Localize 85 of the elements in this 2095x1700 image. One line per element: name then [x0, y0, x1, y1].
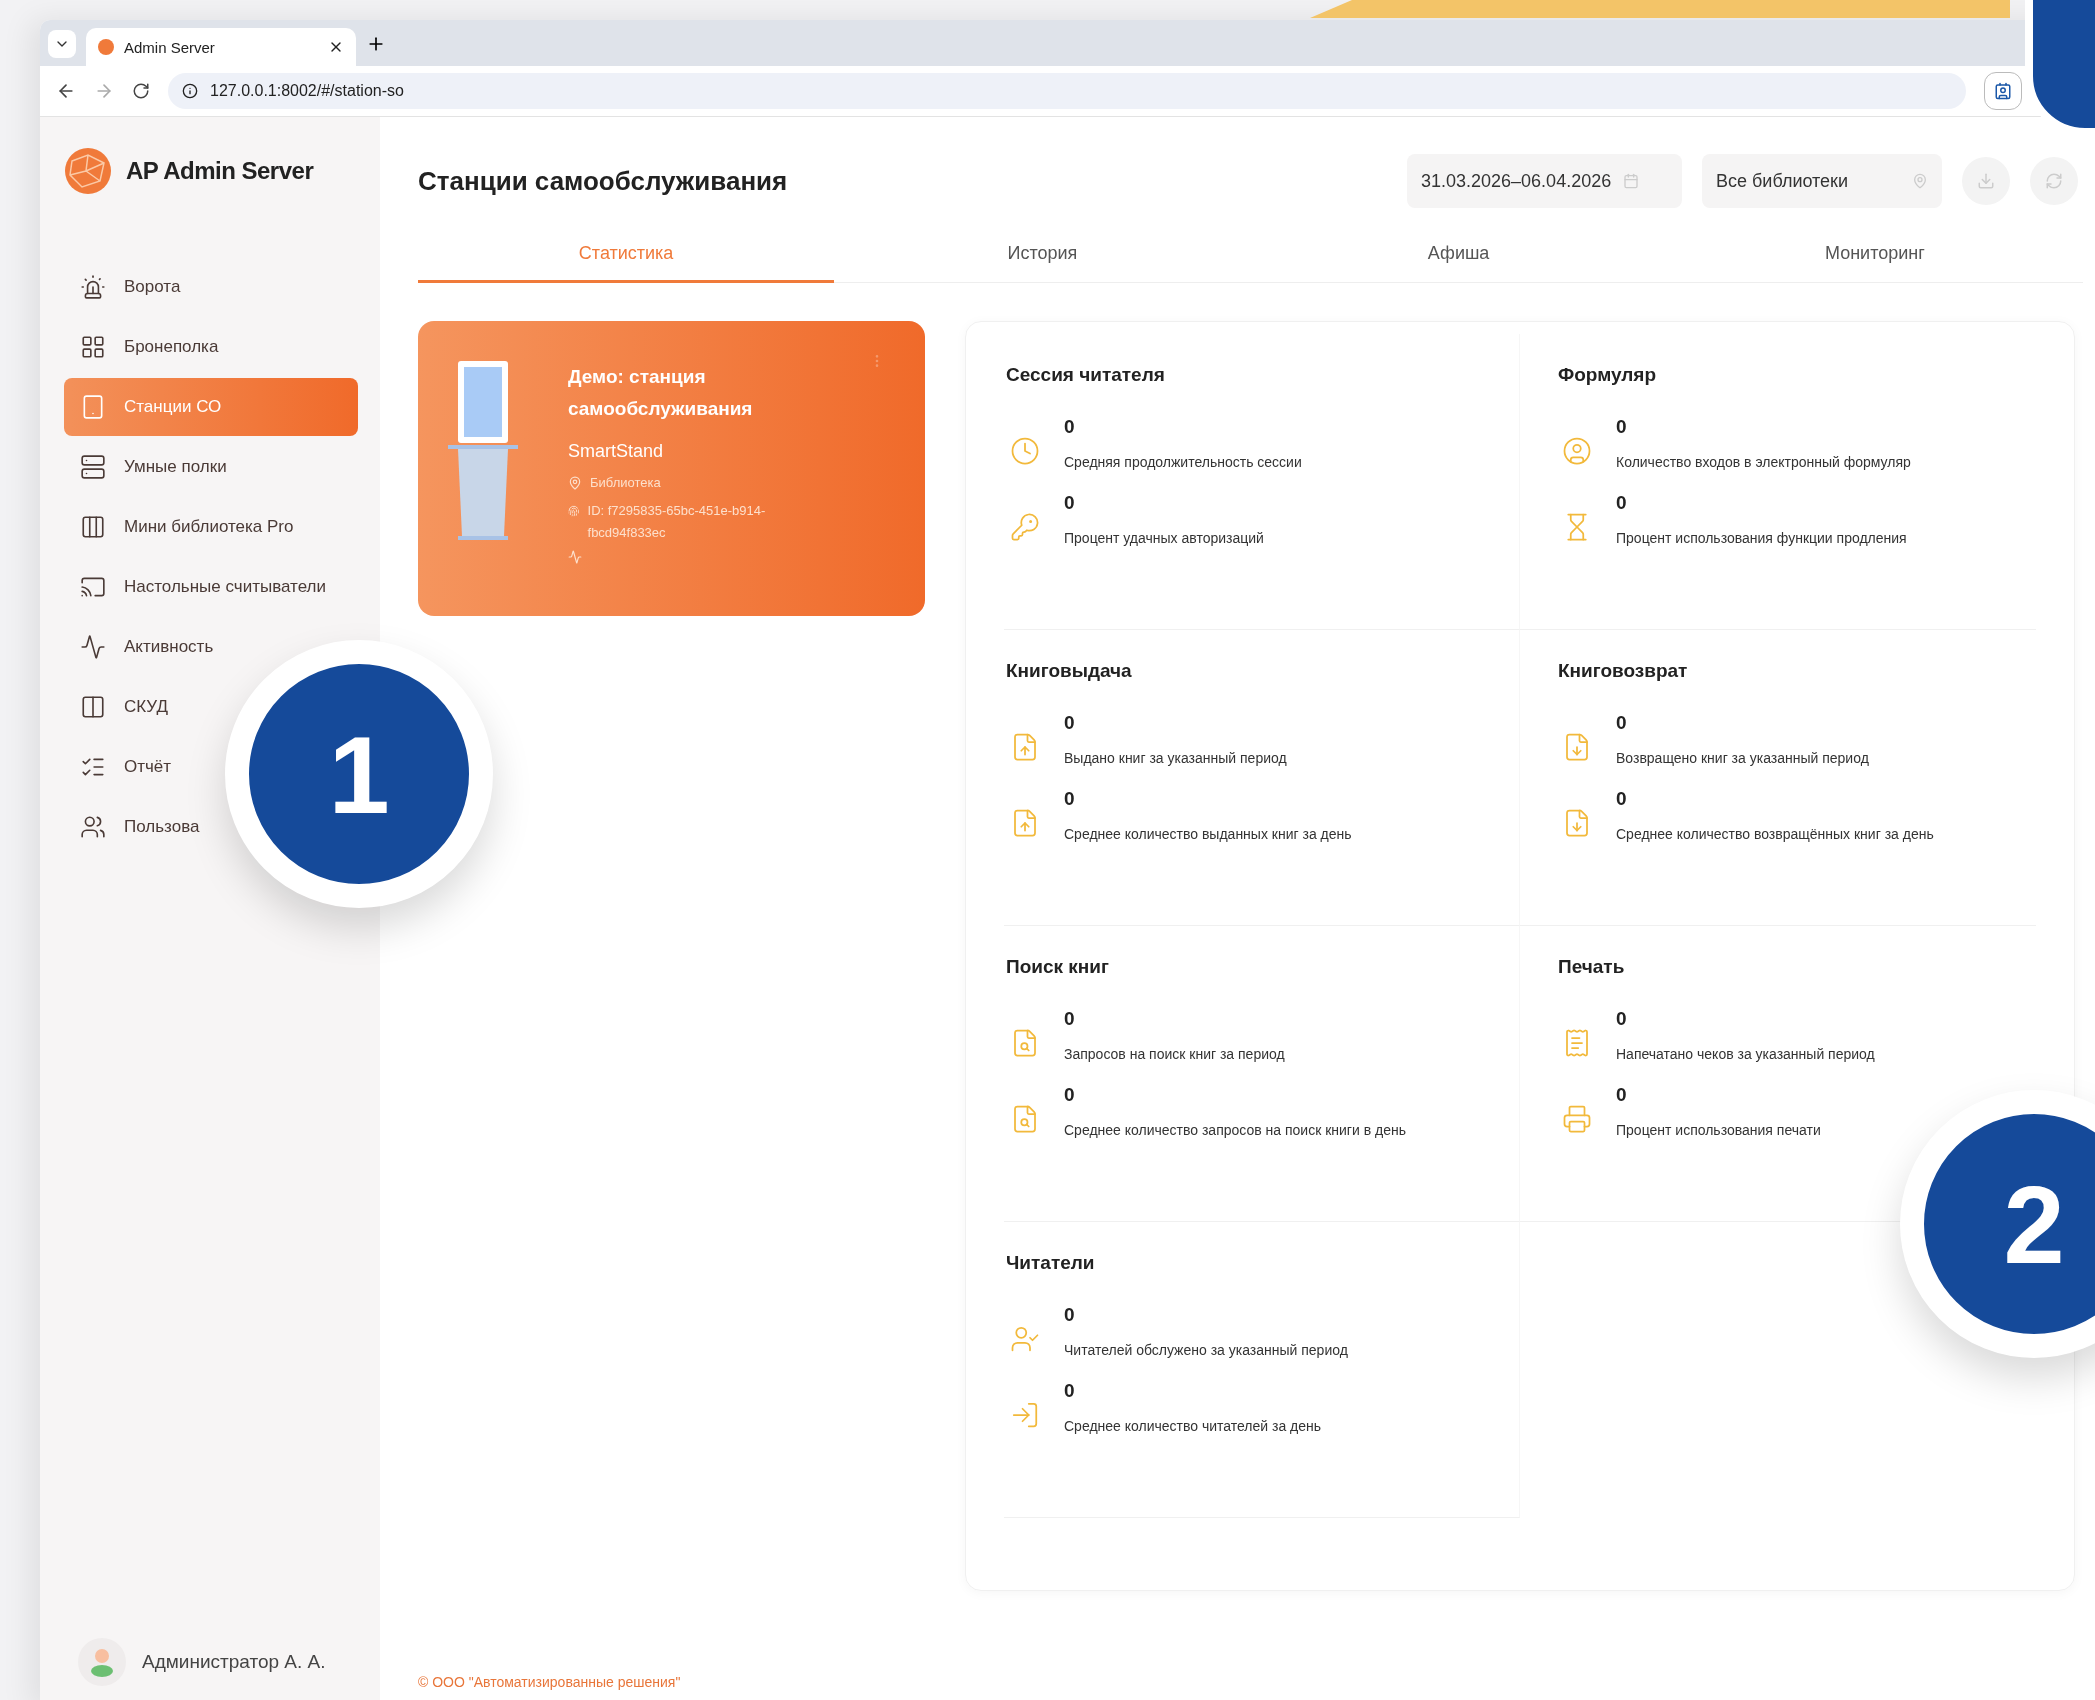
metric-value: 0	[1064, 1304, 1076, 1326]
address-field[interactable]: 127.0.0.1:8002/#/station-so	[168, 73, 1966, 109]
fingerprint-icon	[568, 504, 580, 518]
reload-icon[interactable]	[132, 82, 150, 100]
metric-label: Читателей обслужено за указанный период	[1064, 1342, 1348, 1358]
metric-value: 0	[1616, 712, 1628, 734]
section-title: Поиск книг	[1006, 956, 1110, 978]
nav-item[interactable]: СКУД	[64, 678, 168, 736]
profile-button[interactable]	[1984, 72, 2022, 110]
nav-item[interactable]: Ворота	[64, 258, 181, 316]
metric-label: Среднее количество возвращённых книг за день	[1616, 826, 1934, 842]
metric-label: Возвращено книг за указанный период	[1616, 750, 1869, 766]
metric-label: Средняя продолжительность сессии	[1064, 454, 1302, 470]
metric-label: Напечатано чеков за указанный период	[1616, 1046, 1875, 1062]
pulse-icon	[568, 550, 582, 564]
tab[interactable]: История	[834, 229, 1251, 283]
key-icon	[1010, 512, 1040, 542]
metric-value: 0	[1064, 712, 1076, 734]
download-icon	[1977, 172, 1995, 190]
library-select[interactable]: Все библиотеки	[1702, 154, 1942, 208]
browser-tab[interactable]: Admin Server	[86, 28, 356, 66]
metric-value: 0	[1064, 492, 1076, 514]
grid-icon	[80, 334, 106, 360]
app-title: AP Admin Server	[126, 157, 314, 185]
login-icon	[1010, 1400, 1040, 1430]
location-icon	[568, 476, 582, 490]
user-circle-icon	[1562, 436, 1592, 466]
nav-item[interactable]: Настольные считыватели	[64, 558, 326, 616]
printer-icon	[1562, 1104, 1592, 1134]
section-title: Книговыдача	[1006, 660, 1133, 682]
tab[interactable]: Афиша	[1250, 229, 1667, 283]
section-title: Сессия читателя	[1006, 364, 1166, 386]
copyright-text: © ООО "Автоматизированные решения"	[418, 1674, 682, 1690]
section-title: Читатели	[1006, 1252, 1096, 1274]
users-icon	[80, 814, 106, 840]
metric-value: 0	[1064, 416, 1076, 438]
calendar-icon	[1623, 173, 1640, 189]
metric-label: Процент удачных авторизаций	[1064, 530, 1264, 546]
nav-item[interactable]: Активность	[64, 618, 214, 676]
user-name: Администратор А. А.	[142, 1651, 326, 1673]
nav-item[interactable]: Бронеполка	[64, 318, 219, 376]
metric-value: 0	[1064, 1008, 1076, 1030]
metric-label: Запросов на поиск книг за период	[1064, 1046, 1285, 1062]
location-icon	[1912, 173, 1928, 189]
activity-icon	[80, 634, 106, 660]
metric-value: 0	[1616, 788, 1628, 810]
metric-label: Среднее количество выданных книг за день	[1064, 826, 1352, 842]
page-title: Станции самообслуживания	[418, 165, 789, 197]
station-name: Демо: станция самообслуживания	[568, 365, 754, 421]
globe-logo-icon	[64, 147, 112, 195]
metric-label: Среднее количество читателей за день	[1064, 1418, 1322, 1434]
metric-label: Процент использования функции продления	[1616, 530, 1907, 546]
nav-item[interactable]: Пользова	[64, 798, 200, 856]
metric-value: 0	[1616, 1084, 1628, 1106]
metric-value: 0	[1616, 416, 1628, 438]
favicon-icon	[98, 39, 114, 55]
nav-item[interactable]: Отчёт	[64, 738, 172, 796]
tab-list-button[interactable]	[48, 30, 76, 58]
nav-item[interactable]: Мини библиотека Pro	[64, 498, 294, 556]
metric-value: 0	[1616, 1008, 1628, 1030]
date-range-field[interactable]: 31.03.2026–06.04.2026	[1407, 154, 1682, 208]
user-check-icon	[1010, 1324, 1040, 1354]
profile-icon	[1994, 82, 2012, 100]
metric-value: 0	[1064, 788, 1076, 810]
station-id: ID: f7295835-65bc-451e-b914-fbcd94f833ec	[587, 502, 767, 542]
station-location: Библиотека	[590, 474, 661, 492]
metric-label: Количество входов в электронный формуляр	[1616, 454, 1911, 470]
metric-label: Среднее количество запросов на поиск книги в день	[1064, 1122, 1406, 1138]
station-model: SmartStand	[568, 441, 665, 462]
metric-value: 0	[1616, 492, 1628, 514]
metric-label: Выдано книг за указанный период	[1064, 750, 1287, 766]
metric-label: Процент использования печати	[1616, 1122, 1821, 1138]
section-title: Печать	[1558, 956, 1626, 978]
refresh-icon	[2045, 172, 2063, 190]
metric-value: 0	[1064, 1084, 1076, 1106]
nav-item[interactable]: Умные полки	[64, 438, 227, 496]
section-title: Книговозврат	[1558, 660, 1689, 682]
clock-icon	[1010, 436, 1040, 466]
section-title: Формуляр	[1558, 364, 1658, 386]
beacon-icon	[80, 274, 106, 300]
tab-title: Admin Server	[124, 38, 215, 56]
metric-value: 0	[1064, 1380, 1076, 1402]
tab[interactable]: Мониторинг	[1666, 229, 2083, 283]
info-icon[interactable]	[182, 83, 198, 99]
avatar-icon	[78, 1638, 126, 1686]
